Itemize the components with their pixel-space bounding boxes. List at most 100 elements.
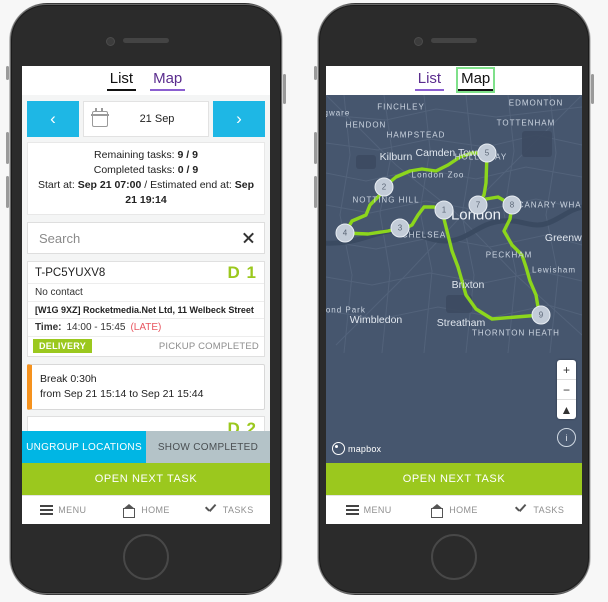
task-time-row: Time: 14:00 - 15:45 (LATE) bbox=[28, 319, 264, 337]
home-icon bbox=[122, 503, 136, 518]
task-contact-row: No contact bbox=[28, 284, 264, 302]
app-screen-map: List Map + − ▲ i mapbox London Brixton W… bbox=[326, 66, 582, 524]
app-screen-list: List Map ‹ 21 Sep › Remaining tasks: 9 /… bbox=[22, 66, 270, 524]
screenshot-stage: List Map ‹ 21 Sep › Remaining tasks: 9 /… bbox=[0, 0, 608, 602]
zoom-in-button[interactable]: + bbox=[557, 360, 576, 380]
status-badge-delivery: DELIVERY bbox=[33, 339, 93, 353]
tab-map[interactable]: Map bbox=[150, 69, 186, 91]
task-late-flag: (LATE) bbox=[130, 322, 162, 333]
phone-left: List Map ‹ 21 Sep › Remaining tasks: 9 /… bbox=[6, 3, 286, 595]
home-icon bbox=[430, 503, 444, 518]
break-range: from Sep 21 15:14 to Sep 21 15:44 bbox=[40, 388, 204, 400]
tab-bar: List Map bbox=[22, 66, 270, 95]
task-time-label: Time: bbox=[35, 322, 62, 333]
route-map[interactable]: + − ▲ i mapbox London Brixton Wimbledon Str… bbox=[326, 95, 582, 463]
open-next-task-button[interactable]: OPEN NEXT TASK bbox=[22, 463, 270, 495]
home-button[interactable] bbox=[431, 534, 477, 580]
completed-tasks-value: 0 / 9 bbox=[177, 164, 199, 176]
nav-tasks[interactable]: TASKS bbox=[497, 505, 582, 516]
bottom-navigation-bar: MENU HOME TASKS bbox=[22, 495, 270, 524]
zoom-out-button[interactable]: − bbox=[557, 380, 576, 400]
phone-right: List Map + − ▲ i mapbox London Brixton W… bbox=[314, 3, 594, 595]
map-marker[interactable]: 8 bbox=[502, 195, 522, 215]
task-address: [W1G 9XZ] Rocketmedia.Net Ltd, 11 Welbec… bbox=[35, 305, 254, 315]
volume-down-button[interactable] bbox=[314, 176, 317, 208]
task-code: D 1 bbox=[227, 263, 257, 282]
tab-map[interactable]: Map bbox=[456, 67, 496, 93]
remaining-tasks-label: Remaining tasks: bbox=[94, 149, 175, 161]
nav-menu-label: MENU bbox=[58, 505, 87, 515]
map-marker[interactable]: 1 bbox=[434, 200, 454, 220]
mapbox-label: mapbox bbox=[348, 443, 382, 454]
status-badge-pickup: PICKUP COMPLETED bbox=[158, 340, 259, 352]
nav-tasks-label: TASKS bbox=[533, 505, 565, 515]
nav-home[interactable]: HOME bbox=[411, 503, 496, 518]
next-task-code: D 2 bbox=[227, 419, 257, 431]
map-marker[interactable]: 3 bbox=[390, 218, 410, 238]
nav-home-label: HOME bbox=[141, 505, 170, 515]
remaining-tasks-value: 9 / 9 bbox=[177, 149, 198, 161]
task-contact: No contact bbox=[35, 287, 83, 298]
mapbox-attribution: mapbox bbox=[332, 442, 381, 455]
prev-day-button[interactable]: ‹ bbox=[27, 101, 79, 137]
remaining-tasks-line: Remaining tasks: 9 / 9 bbox=[34, 148, 258, 163]
front-camera bbox=[414, 37, 423, 46]
next-day-button[interactable]: › bbox=[213, 101, 265, 137]
volume-up-button[interactable] bbox=[6, 132, 9, 164]
end-label: Estimated end at: bbox=[150, 179, 232, 191]
task-statistics: Remaining tasks: 9 / 9 Completed tasks: … bbox=[27, 142, 265, 215]
search-bar[interactable] bbox=[27, 222, 265, 254]
next-task-card-peek[interactable]: D 2 bbox=[27, 416, 265, 431]
nav-home-label: HOME bbox=[449, 505, 478, 515]
task-card-header: T-PC5YUXV8 D 1 bbox=[28, 262, 264, 284]
nav-home[interactable]: HOME bbox=[105, 503, 188, 518]
ungroup-locations-button[interactable]: UNGROUP LOCATIONS bbox=[22, 431, 146, 463]
power-button[interactable] bbox=[591, 74, 594, 104]
map-marker[interactable]: 4 bbox=[335, 223, 355, 243]
map-marker[interactable]: 7 bbox=[468, 195, 488, 215]
nav-menu[interactable]: MENU bbox=[22, 505, 105, 515]
info-icon[interactable]: i bbox=[557, 428, 576, 447]
map-marker[interactable]: 9 bbox=[531, 305, 551, 325]
break-title: Break 0:30h bbox=[40, 373, 97, 385]
compass-icon[interactable]: ▲ bbox=[557, 400, 576, 419]
search-input[interactable] bbox=[37, 229, 242, 247]
hamburger-icon bbox=[345, 505, 359, 515]
date-field[interactable]: 21 Sep bbox=[83, 101, 209, 137]
nav-tasks[interactable]: TASKS bbox=[187, 505, 270, 516]
list-content: ‹ 21 Sep › Remaining tasks: 9 / 9 Comple… bbox=[22, 95, 270, 431]
start-label: Start at: bbox=[38, 179, 75, 191]
silent-switch[interactable] bbox=[6, 66, 9, 80]
silent-switch[interactable] bbox=[314, 66, 317, 80]
check-icon bbox=[514, 505, 528, 516]
front-camera bbox=[106, 37, 115, 46]
hamburger-icon bbox=[40, 505, 54, 515]
volume-up-button[interactable] bbox=[314, 132, 317, 164]
break-card[interactable]: Break 0:30h from Sep 21 15:14 to Sep 21 … bbox=[27, 364, 265, 410]
current-date: 21 Sep bbox=[139, 113, 175, 125]
show-completed-button[interactable]: SHOW COMPLETED bbox=[146, 431, 270, 463]
volume-down-button[interactable] bbox=[6, 176, 9, 208]
close-icon[interactable] bbox=[242, 232, 255, 245]
task-badges-row: DELIVERY PICKUP COMPLETED bbox=[28, 337, 264, 356]
tab-list[interactable]: List bbox=[414, 69, 445, 91]
nav-menu[interactable]: MENU bbox=[326, 505, 411, 515]
earpiece-speaker bbox=[123, 38, 169, 43]
map-marker[interactable]: 2 bbox=[374, 177, 394, 197]
group-actions-row: UNGROUP LOCATIONS SHOW COMPLETED bbox=[22, 431, 270, 463]
task-card[interactable]: T-PC5YUXV8 D 1 No contact [W1G 9XZ] Rock… bbox=[27, 261, 265, 357]
task-time-value: 14:00 - 15:45 bbox=[66, 322, 126, 333]
check-icon bbox=[204, 505, 218, 516]
home-button[interactable] bbox=[123, 534, 169, 580]
nav-tasks-label: TASKS bbox=[222, 505, 254, 515]
open-next-task-button[interactable]: OPEN NEXT TASK bbox=[326, 463, 582, 495]
mapbox-logo-icon bbox=[332, 442, 345, 455]
map-zoom-controls[interactable]: + − ▲ bbox=[557, 360, 576, 419]
schedule-line: Start at: Sep 21 07:00 / Estimated end a… bbox=[34, 178, 258, 208]
power-button[interactable] bbox=[283, 74, 286, 104]
schedule-separator: / bbox=[144, 179, 148, 191]
task-address-row: [W1G 9XZ] Rocketmedia.Net Ltd, 11 Welbec… bbox=[28, 302, 264, 319]
tab-list[interactable]: List bbox=[106, 69, 137, 91]
map-marker[interactable]: 5 bbox=[477, 143, 497, 163]
earpiece-speaker bbox=[431, 38, 477, 43]
